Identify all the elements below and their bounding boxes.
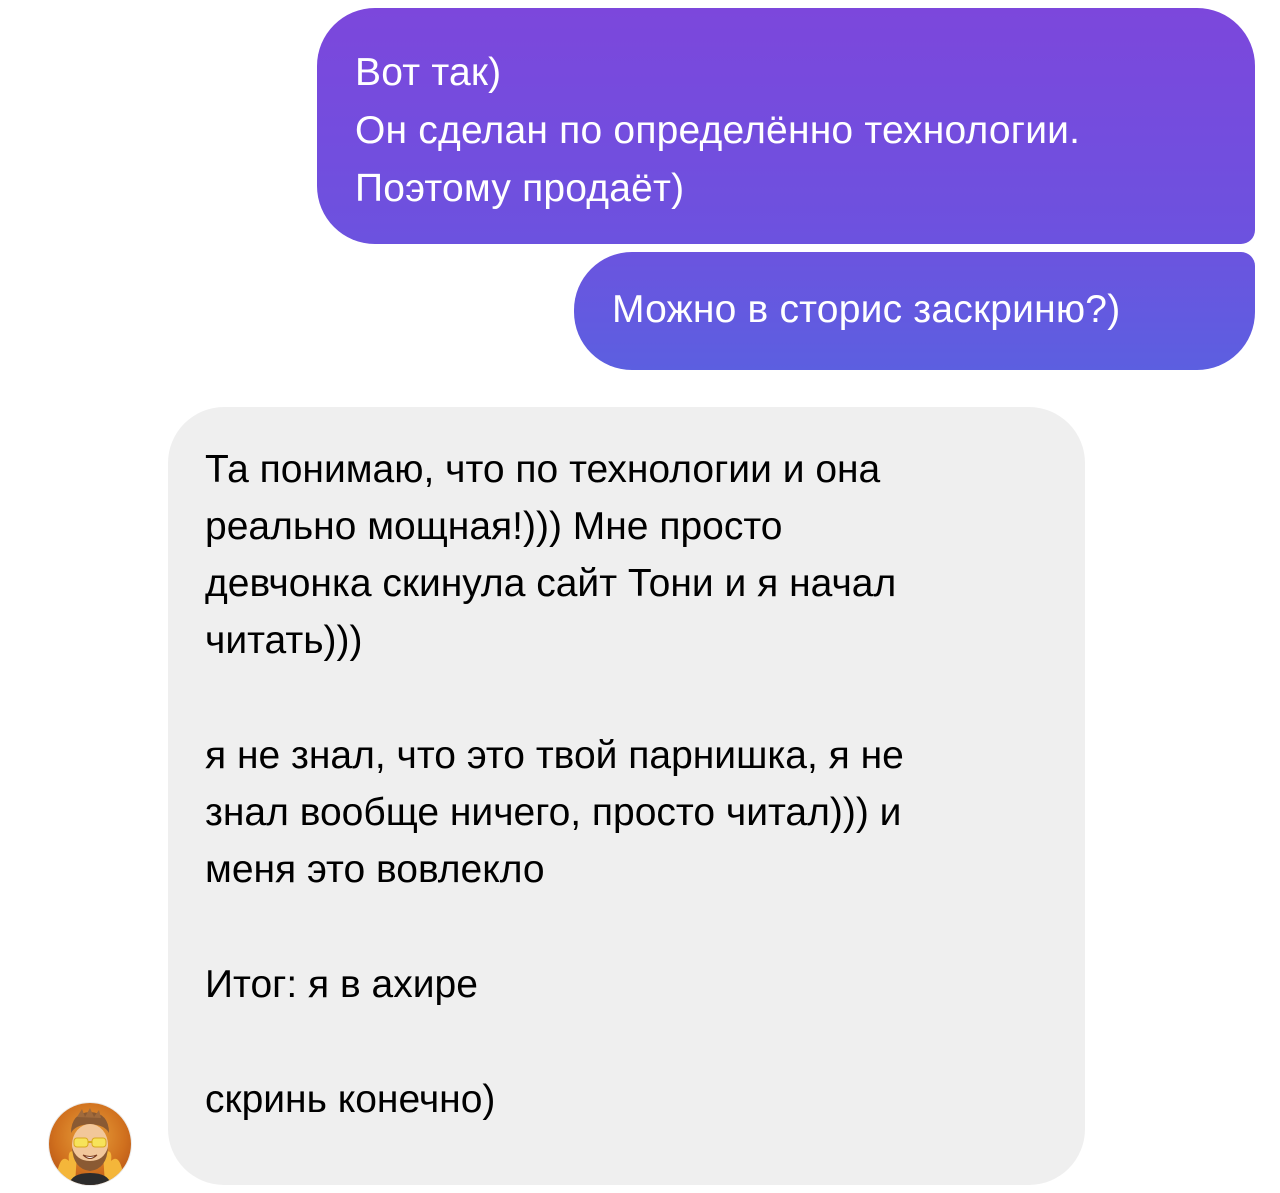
message-line: Вот так) (355, 51, 502, 94)
message-line: Он сделан по определённо технологии. (355, 109, 1081, 152)
message-paragraph: Та понимаю, что по технологии и она реал… (205, 448, 897, 662)
message-paragraph: Итог: я в ахире (205, 963, 478, 1006)
message-paragraph: я не знал, что это твой парнишка, я не з… (205, 734, 904, 891)
outgoing-message-bubble[interactable]: Можно в сторис заскриню?) (574, 252, 1255, 370)
sender-avatar[interactable] (49, 1103, 131, 1185)
outgoing-message-bubble[interactable]: Вот так) Он сделан по определённо технол… (317, 8, 1255, 244)
outgoing-messages: Вот так) Он сделан по определённо технол… (0, 0, 1280, 380)
incoming-message-bubble[interactable]: Та понимаю, что по технологии и она реал… (168, 407, 1085, 1185)
message-line: Поэтому продаёт) (355, 167, 685, 210)
message-line: Можно в сторис заскриню?) (612, 288, 1121, 331)
message-paragraph: скринь конечно) (205, 1078, 496, 1121)
memoji-avatar-icon (53, 1108, 127, 1185)
